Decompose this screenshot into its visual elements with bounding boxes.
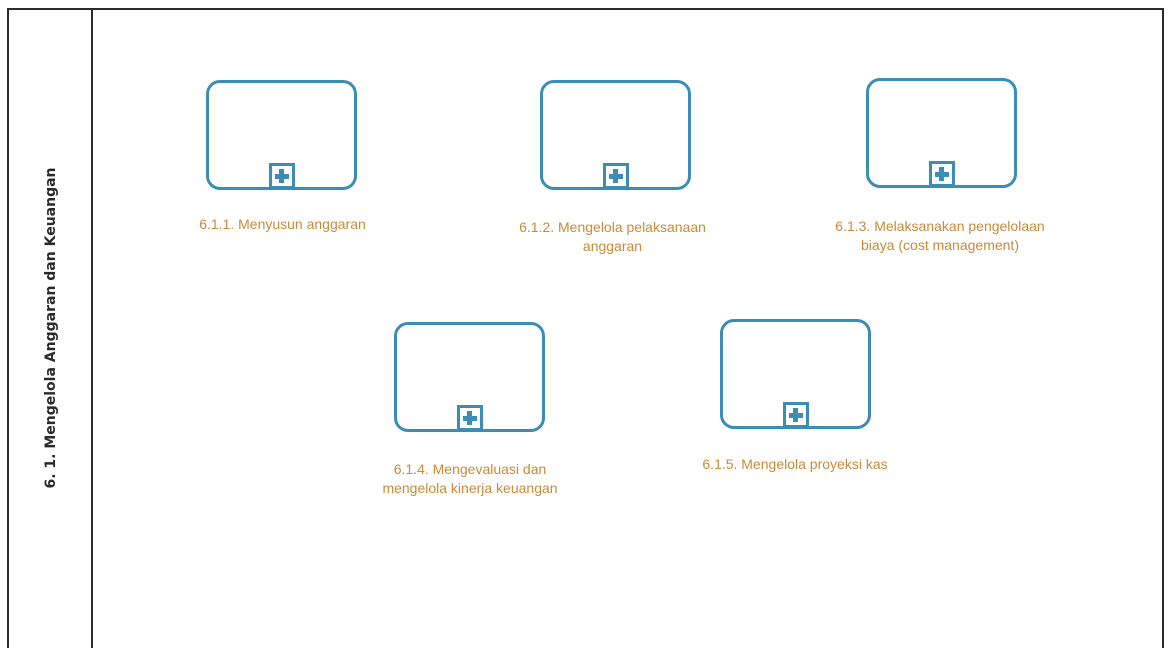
task-label-6-1-2: 6.1.2. Mengelola pelaksanaan anggaran — [519, 219, 706, 254]
subprocess-plus-icon[interactable] — [602, 163, 629, 189]
subprocess-plus-icon[interactable] — [268, 163, 295, 189]
task-label-6-1-4: 6.1.4. Mengevaluasi dan mengelola kinerj… — [382, 461, 558, 496]
lane-title: 6. 1. Mengelola Anggaran dan Keuangan — [43, 167, 59, 489]
task-6-1-2[interactable] — [540, 80, 691, 190]
task-6-1-3[interactable] — [866, 78, 1017, 188]
task-label-6-1-3: 6.1.3. Melaksanakan pengelolaan biaya (c… — [835, 218, 1045, 253]
task-6-1-5[interactable] — [720, 319, 871, 429]
task-6-1-1[interactable] — [206, 80, 357, 190]
task-label-6-1-5: 6.1.5. Mengelola proyeksi kas — [702, 456, 888, 472]
task-6-1-4[interactable] — [394, 322, 545, 432]
subprocess-plus-icon[interactable] — [456, 405, 483, 431]
task-label-6-1-1: 6.1.1. Menyusun anggaran — [199, 216, 366, 232]
subprocess-plus-icon[interactable] — [928, 161, 955, 187]
subprocess-plus-icon[interactable] — [782, 402, 809, 428]
